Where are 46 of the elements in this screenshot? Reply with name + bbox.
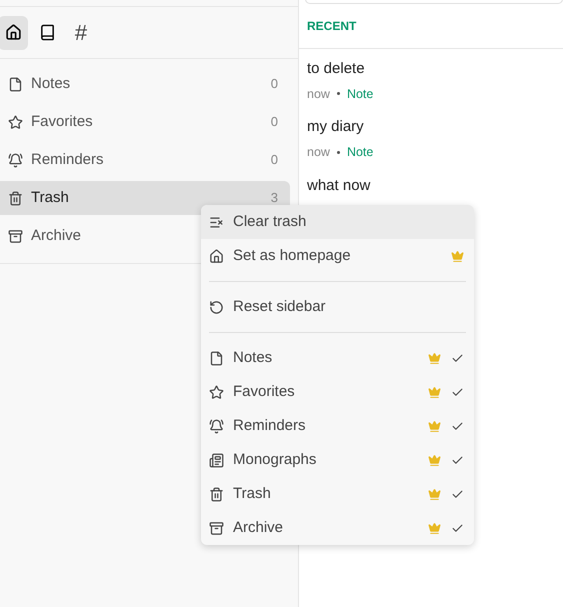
menu-item[interactable]: Clear trash (201, 205, 474, 239)
trash-icon (8, 190, 23, 206)
note-item[interactable]: my diary now Note (299, 107, 563, 166)
bell-icon (8, 152, 23, 168)
file-icon (8, 76, 23, 92)
sidebar-item[interactable]: Notes 0 (0, 67, 290, 101)
menu-item[interactable]: Notes (201, 341, 474, 375)
note-item[interactable]: to delete now Note (299, 49, 563, 108)
note-time: now (307, 144, 330, 161)
sidebar-item[interactable]: Reminders 0 (0, 143, 290, 177)
note-time: now (307, 86, 330, 102)
trash-icon (209, 486, 224, 502)
item-count: 0 (270, 113, 278, 132)
item-count: 0 (270, 151, 278, 170)
sidebar-item[interactable]: Trash 3 (0, 181, 290, 215)
menu-item[interactable]: Trash (201, 477, 474, 511)
note-item[interactable]: what now (299, 166, 563, 201)
sidebar-item[interactable]: Favorites 0 (0, 105, 290, 139)
home-icon (4, 24, 22, 41)
note-type: Note (346, 86, 374, 102)
book-icon (38, 24, 56, 41)
document-icon (209, 452, 224, 468)
star-icon (209, 384, 224, 400)
note-type: Note (346, 144, 374, 161)
item-count: 3 (270, 189, 278, 208)
reset-icon (209, 300, 224, 314)
menu-item[interactable]: Favorites (201, 375, 474, 409)
trash-list-icon (209, 214, 224, 230)
bell-icon (209, 418, 224, 434)
menu-item[interactable]: Reset sidebar (201, 290, 474, 324)
star-icon (8, 114, 23, 130)
archive-icon (209, 520, 224, 536)
note-title: my diary (307, 117, 365, 138)
file-icon (209, 350, 224, 366)
section-heading: RECENT (307, 18, 356, 35)
menu-item[interactable]: Set as homepage (201, 239, 474, 273)
home-icon (209, 248, 224, 264)
nav-tab[interactable] (0, 16, 28, 50)
note-title: to delete (307, 59, 366, 79)
menu-item[interactable]: Monographs (201, 443, 474, 477)
menu-item[interactable]: Archive (201, 511, 474, 545)
item-count: 0 (270, 75, 278, 94)
nav-tab[interactable]: # (66, 16, 96, 50)
note-title: what now (307, 176, 372, 196)
archive-icon (8, 228, 23, 244)
menu-item[interactable]: Reminders (201, 409, 474, 443)
